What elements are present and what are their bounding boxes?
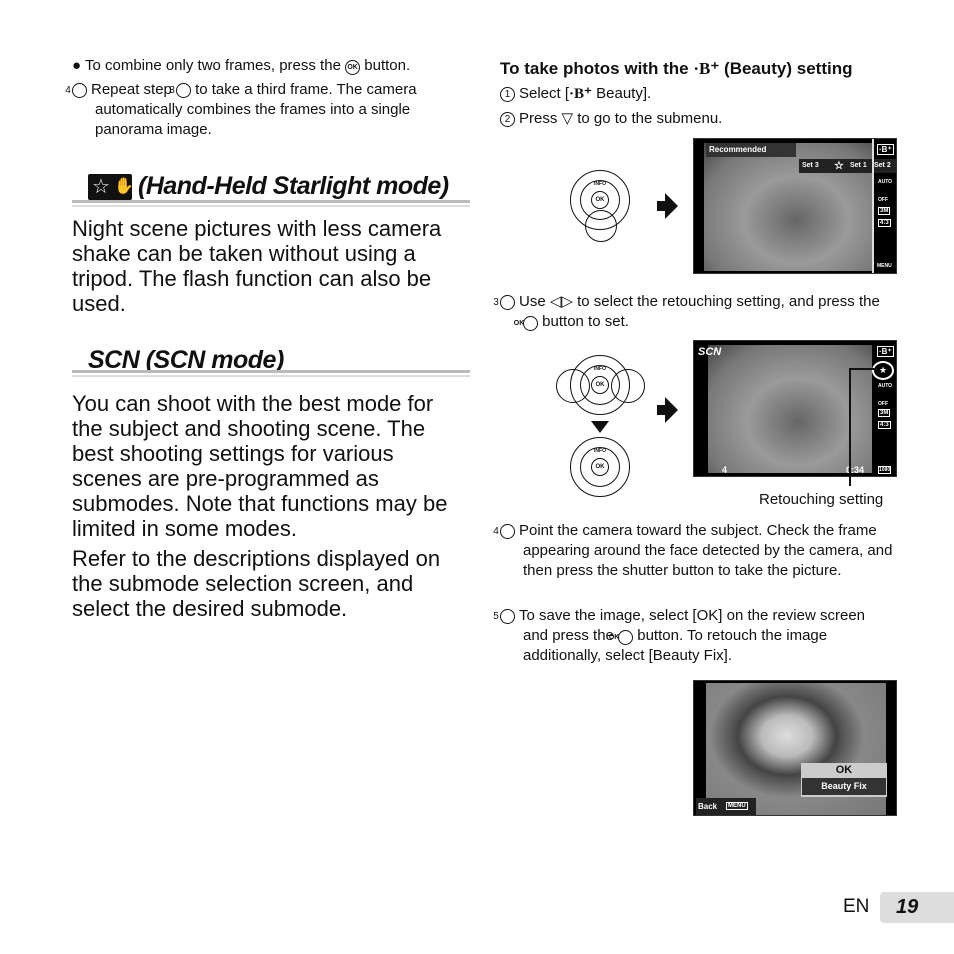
star-setting-icon: ★ bbox=[872, 361, 894, 380]
highlight-down-button bbox=[585, 210, 617, 242]
down-triangle-icon bbox=[591, 421, 609, 433]
step-4: 4 Point the camera toward the subject. Ch… bbox=[493, 521, 895, 581]
info-label: INFO bbox=[594, 448, 606, 454]
hand-held-starlight-icon: ☆ ✋ bbox=[88, 174, 134, 200]
retouching-setting-label: Retouching setting bbox=[759, 491, 884, 508]
step-number: 3 bbox=[493, 295, 515, 310]
page-number: 19 bbox=[896, 896, 919, 918]
step-5: 5 To save the image, select [OK] on the r… bbox=[493, 606, 885, 666]
step-text: Point the camera toward the subject. Che… bbox=[519, 522, 893, 579]
step-text: to select the retouching setting, and pr… bbox=[577, 293, 880, 310]
arrow-right-icon bbox=[657, 193, 678, 219]
aspect-ratio: 4:3 bbox=[878, 421, 891, 429]
step-text: Select [ bbox=[519, 85, 570, 102]
recommended-label: Recommended bbox=[709, 145, 767, 154]
step-number: 4 bbox=[65, 83, 87, 98]
bullet-note: ● To combine only two frames, press the … bbox=[72, 57, 411, 75]
camera-screen-submenu: Recommended Set 3 ☆ Set 1 Set 2 ·B⁺ AUTO… bbox=[693, 138, 897, 274]
shots-remaining: 4 bbox=[722, 465, 728, 475]
step-number: 5 bbox=[493, 609, 515, 624]
beauty-icon: ·B⁺ bbox=[693, 59, 720, 78]
image-size: 3M bbox=[878, 207, 891, 215]
ok-label: OK bbox=[591, 191, 609, 209]
callout-line bbox=[849, 368, 851, 486]
page-number-box: 19 bbox=[880, 892, 954, 923]
heading-hand-held-starlight: (Hand-Held Starlight mode) bbox=[138, 172, 449, 200]
step-4-left: 4 Repeat step 3 to take a third frame. The… bbox=[65, 80, 472, 140]
step-ref: 3 bbox=[169, 83, 192, 98]
scn-description: You can shoot with the best mode for the… bbox=[72, 391, 448, 541]
bullet-text: To combine only two frames, press the bbox=[84, 57, 341, 74]
beauty-icon: ·B⁺ bbox=[569, 86, 592, 102]
title-text: To take photos with the bbox=[500, 59, 689, 78]
set-3: Set 3 bbox=[802, 162, 819, 169]
scn-mode-indicator: SCN bbox=[698, 346, 722, 358]
highlight-right-button bbox=[611, 369, 645, 403]
beauty-mode-icon: ·B⁺ bbox=[877, 346, 894, 357]
set-1: Set 1 bbox=[850, 162, 867, 169]
timer-off: OFF bbox=[878, 401, 888, 407]
flash-auto: AUTO bbox=[878, 383, 893, 389]
video-quality: 1080 bbox=[878, 466, 892, 474]
camera-screen-review: OK Beauty Fix Back MENU bbox=[693, 680, 897, 816]
image-size: 3M bbox=[878, 409, 891, 417]
timer-off: OFF bbox=[878, 197, 888, 203]
back-label: Back bbox=[698, 802, 718, 811]
ok-label: OK bbox=[591, 376, 609, 394]
ok-button-icon: OK bbox=[609, 630, 634, 645]
ok-button-icon: OK bbox=[514, 316, 538, 331]
bullet-tail: button. bbox=[364, 57, 411, 74]
arrow-right-icon bbox=[657, 397, 678, 423]
step-number: 2 bbox=[500, 112, 515, 127]
beauty-mode-icon: ·B⁺ bbox=[877, 144, 894, 155]
step-3: 3 Use ◁▷ to select the retouching setting… bbox=[493, 292, 880, 332]
menu-button-label: MENU bbox=[726, 802, 748, 810]
beauty-section-title: To take photos with the ·B⁺ (Beauty) set… bbox=[500, 59, 853, 79]
step-text: Beauty]. bbox=[591, 85, 652, 102]
step-text: button to set. bbox=[542, 313, 629, 330]
ok-button-icon: OK bbox=[345, 60, 361, 75]
camera-screen-retouch: SCN ·B⁺ ★ AUTO OFF 3M 4:3 4 0:34 1080 bbox=[693, 340, 897, 477]
info-label: INFO bbox=[594, 181, 606, 187]
control-dial: INFO OK bbox=[570, 437, 630, 497]
ok-label: OK bbox=[591, 458, 609, 476]
step-number: 4 bbox=[493, 524, 515, 539]
step-1: 1 Select [·B⁺ Beauty]. bbox=[500, 84, 651, 104]
menu-label: MENU bbox=[877, 263, 892, 269]
step-text: to go to the submenu. bbox=[577, 110, 723, 127]
aspect-ratio: 4:3 bbox=[878, 219, 891, 227]
set-2: Set 2 bbox=[874, 162, 891, 169]
beauty-fix-option[interactable]: Beauty Fix bbox=[802, 778, 886, 795]
step-number: 1 bbox=[500, 87, 515, 102]
starlight-description: Night scene pictures with less camera sh… bbox=[72, 216, 442, 316]
left-right-arrows-icon: ◁▷ bbox=[549, 293, 573, 310]
step-text: Press bbox=[519, 110, 558, 127]
step-2: 2 Press ▽ to go to the submenu. bbox=[500, 109, 722, 129]
title-text: (Beauty) setting bbox=[724, 59, 853, 78]
flash-auto: AUTO bbox=[878, 179, 893, 185]
highlight-left-button bbox=[556, 369, 590, 403]
down-arrow-icon: ▽ bbox=[561, 110, 574, 127]
ok-option[interactable]: OK bbox=[801, 764, 887, 776]
star-icon: ☆ bbox=[834, 160, 844, 172]
language-label: EN bbox=[843, 896, 870, 917]
step-text: Repeat step bbox=[91, 81, 172, 98]
scn-submode-instructions: Refer to the descriptions displayed on t… bbox=[72, 546, 441, 621]
step-text: Use bbox=[519, 293, 546, 310]
